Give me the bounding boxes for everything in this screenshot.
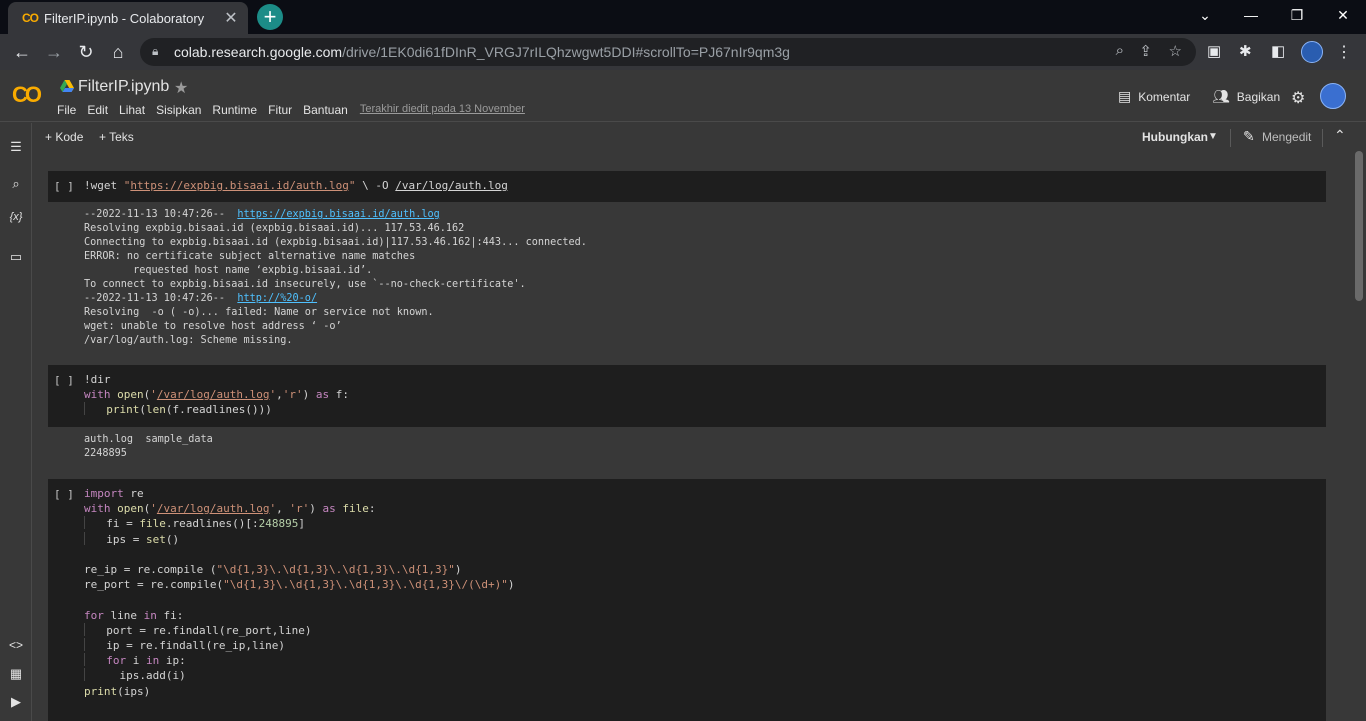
- account-avatar[interactable]: [1320, 83, 1346, 109]
- connect-dropdown-icon[interactable]: ▼: [1208, 131, 1218, 142]
- star-icon[interactable]: ★: [174, 78, 188, 98]
- new-tab-button[interactable]: +: [257, 4, 283, 30]
- code-cell[interactable]: [ ] !dir with open('/var/log/auth.log','…: [48, 365, 1326, 461]
- address-bar[interactable]: 🔒︎ colab.research.google.com/drive/1EK0d…: [140, 38, 1196, 66]
- search-icon[interactable]: ⌕: [0, 176, 32, 192]
- editing-mode-button[interactable]: Mengedit: [1262, 130, 1311, 144]
- output-line: --2022-11-13 10:47:26--: [84, 209, 238, 220]
- output-line: /var/log/auth.log: Scheme missing.: [84, 335, 293, 346]
- scrollbar[interactable]: [1355, 151, 1363, 301]
- tab-title: FilterIP.ipynb - Colaboratory: [44, 10, 205, 26]
- colab-logo[interactable]: CO: [12, 82, 42, 108]
- zoom-search-icon[interactable]: ⌕: [1116, 42, 1124, 59]
- output-link[interactable]: http://%20-o/: [237, 293, 317, 304]
- browser-tabstrip: CO FilterIP.ipynb - Colaboratory ✕ + ⌄ —…: [0, 0, 1366, 34]
- cell-input[interactable]: [ ] import re with open('/var/log/auth.l…: [48, 479, 1326, 721]
- reload-icon[interactable]: ↻: [74, 40, 98, 64]
- toolbar-divider: [1322, 129, 1323, 147]
- forward-icon[interactable]: →: [42, 40, 66, 64]
- lock-icon[interactable]: 🔒︎: [152, 44, 158, 59]
- output-line: Resolving expbig.bisaai.id (expbig.bisaa…: [84, 223, 465, 234]
- output-line: auth.log sample_data: [84, 434, 213, 445]
- terminal-icon[interactable]: ▶: [0, 694, 32, 710]
- cell-output: --2022-11-13 10:47:26-- https://expbig.b…: [48, 202, 1326, 348]
- output-line: 2248895: [84, 448, 127, 459]
- browser-tab[interactable]: CO FilterIP.ipynb - Colaboratory ✕: [8, 2, 248, 34]
- cell-input[interactable]: [ ] !wget "https://expbig.bisaai.id/auth…: [48, 171, 1326, 202]
- menu-view[interactable]: Lihat: [119, 103, 145, 117]
- code-snippets-icon[interactable]: <>: [0, 638, 32, 652]
- url-text: colab.research.google.com/drive/1EK0di61…: [174, 44, 790, 60]
- gear-icon: ⚙: [1291, 90, 1306, 107]
- menu-bar: File Edit Lihat Sisipkan Runtime Fitur B…: [57, 103, 525, 117]
- output-line: ERROR: no certificate subject alternativ…: [84, 251, 416, 262]
- restore-icon[interactable]: ❐: [1274, 0, 1320, 30]
- output-line: Resolving -o ( -o)... failed: Name or se…: [84, 307, 434, 318]
- window-close-icon[interactable]: ✕: [1320, 0, 1366, 30]
- notebook-toolbar: + Kode + Teks Hubungkan ▼ ✎ Mengedit ⌃: [32, 123, 1366, 151]
- browser-menu-icon[interactable]: ⋮: [1336, 42, 1352, 62]
- folder-icon[interactable]: ▭: [0, 249, 32, 265]
- collapse-icon[interactable]: ⌃: [1334, 127, 1346, 144]
- tab-search-icon[interactable]: ⌄: [1182, 0, 1228, 30]
- variables-icon[interactable]: {x}: [0, 211, 32, 223]
- code-editor[interactable]: !dir with open('/var/log/auth.log','r') …: [84, 372, 349, 418]
- window-controls: ⌄ — ❐ ✕: [1182, 0, 1366, 30]
- left-sidebar: ☰ ⌕ {x} ▭ <> ▦ ▶: [0, 123, 32, 721]
- code-editor[interactable]: import re with open('/var/log/auth.log',…: [84, 486, 514, 699]
- close-icon[interactable]: ✕: [222, 8, 240, 28]
- comment-label: Komentar: [1138, 89, 1191, 104]
- cell-input[interactable]: [ ] !dir with open('/var/log/auth.log','…: [48, 365, 1326, 427]
- toolbar-divider: [1230, 129, 1231, 147]
- browser-toolbar: ← → ↻ ⌂ 🔒︎ colab.research.google.com/dri…: [0, 34, 1366, 70]
- menu-file[interactable]: File: [57, 103, 76, 117]
- output-line: --2022-11-13 10:47:26--: [84, 293, 238, 304]
- comment-button[interactable]: ▤ Komentar: [1118, 88, 1190, 105]
- add-code-button[interactable]: + Kode: [45, 130, 83, 144]
- code-cell[interactable]: [ ] !wget "https://expbig.bisaai.id/auth…: [48, 171, 1326, 348]
- settings-button[interactable]: ⚙: [1291, 88, 1305, 108]
- home-icon[interactable]: ⌂: [106, 40, 130, 64]
- output-link[interactable]: https://expbig.bisaai.id/auth.log: [237, 209, 439, 220]
- side-panel-icon[interactable]: ◧: [1271, 42, 1285, 60]
- extensions-icon[interactable]: ✱: [1239, 42, 1252, 60]
- last-edited-link[interactable]: Terakhir diedit pada 13 November: [360, 103, 525, 117]
- google-drive-icon: [60, 80, 74, 92]
- minimize-icon[interactable]: —: [1228, 0, 1274, 30]
- output-line: To connect to expbig.bisaai.id insecurel…: [84, 279, 526, 290]
- add-text-button[interactable]: + Teks: [99, 130, 134, 144]
- colab-favicon-icon: CO: [22, 11, 39, 25]
- connect-button[interactable]: Hubungkan: [1142, 130, 1208, 144]
- run-cell-button[interactable]: [ ]: [54, 374, 74, 387]
- command-palette-icon[interactable]: ▦: [0, 666, 32, 682]
- share-page-icon[interactable]: ⇪: [1139, 42, 1152, 60]
- comment-icon: ▤: [1118, 88, 1132, 104]
- output-line: Connecting to expbig.bisaai.id (expbig.b…: [84, 237, 587, 248]
- share-button[interactable]: 👥︎ Bagikan: [1212, 88, 1280, 105]
- menu-runtime[interactable]: Runtime: [212, 103, 257, 117]
- menu-insert[interactable]: Sisipkan: [156, 103, 201, 117]
- colab-header: CO FilterIP.ipynb ★ File Edit Lihat Sisi…: [0, 70, 1366, 122]
- output-line: wget: unable to resolve host address ‘ -…: [84, 321, 342, 332]
- run-cell-button[interactable]: [ ]: [54, 180, 74, 193]
- table-of-contents-icon[interactable]: ☰: [0, 139, 32, 155]
- share-label: Bagikan: [1236, 89, 1281, 104]
- cell-output: auth.log sample_data 2248895: [48, 427, 1326, 461]
- run-cell-button[interactable]: [ ]: [54, 488, 74, 501]
- code-editor[interactable]: !wget "https://expbig.bisaai.id/auth.log…: [84, 178, 508, 193]
- notebook-area: [ ] !wget "https://expbig.bisaai.id/auth…: [33, 151, 1366, 721]
- menu-edit[interactable]: Edit: [87, 103, 108, 117]
- output-line: requested host name ‘expbig.bisaai.id’.: [84, 265, 373, 276]
- notebook-title[interactable]: FilterIP.ipynb: [78, 78, 169, 96]
- menu-help[interactable]: Bantuan: [303, 103, 348, 117]
- pencil-icon: ✎: [1243, 128, 1255, 144]
- bookmark-star-icon[interactable]: ☆: [1169, 42, 1182, 60]
- menu-tools[interactable]: Fitur: [268, 103, 292, 117]
- people-icon: 👥︎: [1212, 88, 1230, 104]
- profile-avatar[interactable]: [1301, 41, 1323, 63]
- back-icon[interactable]: ←: [10, 40, 34, 64]
- code-cell[interactable]: [ ] import re with open('/var/log/auth.l…: [48, 479, 1326, 721]
- cast-icon[interactable]: ▣: [1207, 42, 1221, 60]
